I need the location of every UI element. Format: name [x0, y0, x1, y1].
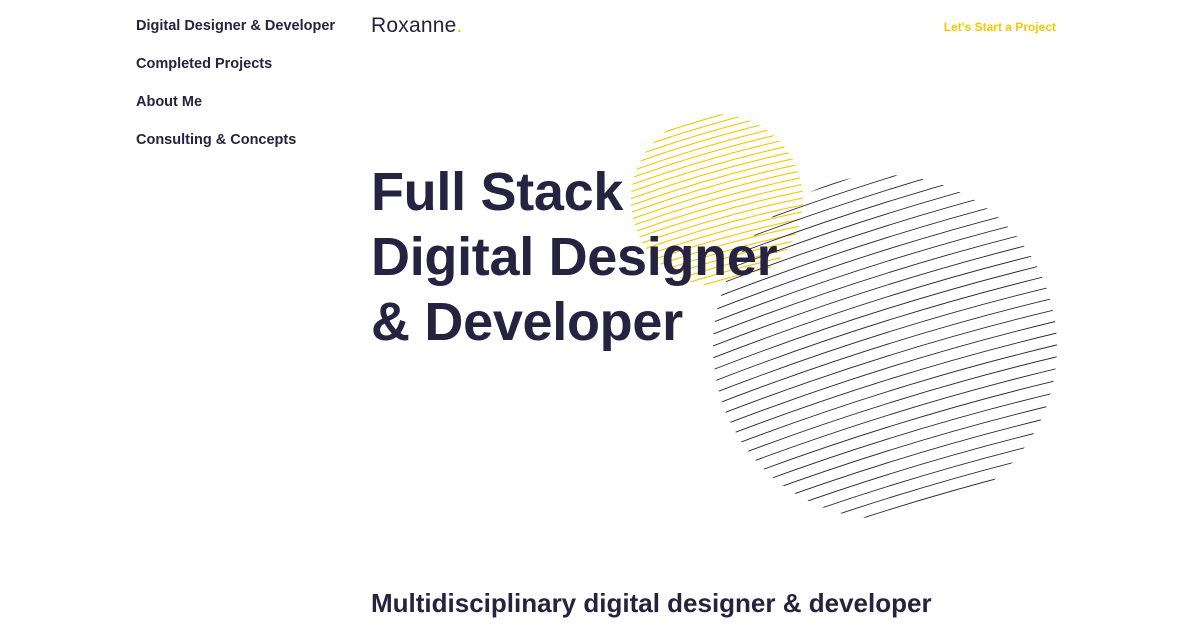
- hatch-line: [713, 387, 1057, 509]
- hatch-line: [631, 114, 803, 145]
- hatch-line: [713, 339, 1057, 461]
- hatch-line: [713, 422, 1057, 519]
- hatch-line: [713, 399, 1057, 519]
- hatch-line: [713, 458, 1057, 519]
- hatch-line: [713, 351, 1057, 473]
- hatch-line: [713, 446, 1057, 519]
- hatch-line: [631, 114, 803, 159]
- hatch-line: [713, 375, 1057, 497]
- hero-title-line-2: Digital Designer: [371, 227, 778, 287]
- hero-title-line-1: Full Stack: [371, 162, 624, 222]
- intro-subtitle: Multidisciplinary digital designer & dev…: [371, 588, 932, 618]
- hatch-line: [713, 363, 1057, 485]
- hatch-line: [713, 410, 1057, 519]
- hero-title: Full Stack Digital Designer & Developer: [371, 160, 778, 355]
- hatch-line: [713, 434, 1057, 519]
- hero-title-line-3: & Developer: [371, 292, 683, 352]
- hatch-line: [631, 114, 803, 166]
- hatch-line: [631, 114, 803, 152]
